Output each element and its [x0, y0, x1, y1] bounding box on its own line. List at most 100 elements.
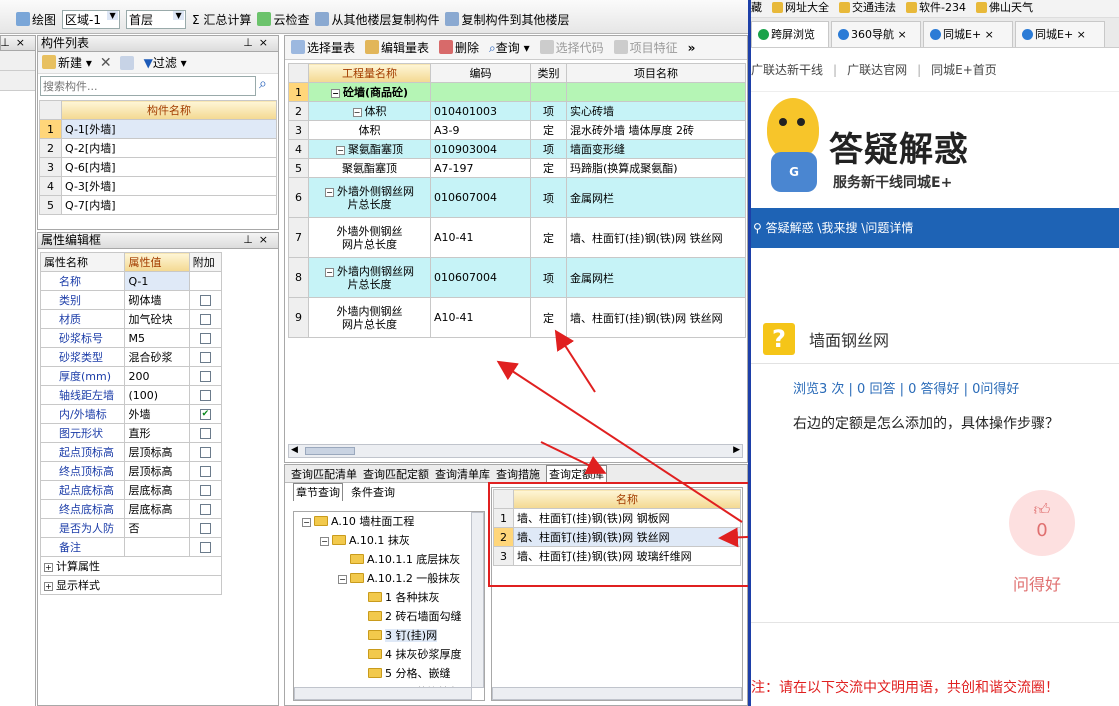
qty-project-name[interactable]: 实心砖墙	[566, 101, 746, 121]
horizontal-scrollbar[interactable]: ◀ ▶	[288, 444, 743, 458]
property-row[interactable]: 备注	[39, 537, 223, 557]
more-icon[interactable]: »	[688, 41, 696, 55]
quota-name[interactable]: 墙、柱面钉(挂)钢(铁)网 铁丝网	[513, 527, 741, 547]
quantity-row[interactable]: 1 − 砼墙(商品砼)	[288, 82, 746, 102]
sub-tab[interactable]: 章节查询	[293, 483, 343, 501]
property-value[interactable]: 砌体墙	[124, 290, 190, 310]
query-tab[interactable]: 查询匹配定额	[363, 466, 429, 483]
sub-tab[interactable]: 条件查询	[349, 484, 397, 501]
search-icon[interactable]: ⌕	[259, 76, 267, 96]
qty-name[interactable]: − 体积	[308, 101, 431, 121]
quantity-row[interactable]: 3 体积 A3-9 定 混水砖外墙 墙体厚度 2砖	[288, 120, 746, 140]
delete-icon[interactable]: ✕	[100, 55, 112, 71]
query-tab[interactable]: 查询定额库	[546, 465, 607, 484]
qty-code[interactable]: 010607004	[430, 177, 531, 218]
qty-code[interactable]: 010401003	[430, 101, 531, 121]
qty-name[interactable]: − 聚氨酯塞顶	[308, 139, 431, 159]
browser-tab[interactable]: 同城E+ ×	[1015, 21, 1105, 47]
tree-node[interactable]: 4 抹灰砂浆厚度	[294, 645, 484, 664]
tree-node[interactable]: − A.10 墙柱面工程	[294, 512, 484, 531]
quantity-row[interactable]: 7 外墙外侧钢丝 网片总长度 A10-41 定 墙、柱面钉(挂)钢(铁)网 铁丝…	[288, 217, 746, 258]
qty-name[interactable]: 外墙内侧钢丝 网片总长度	[308, 297, 431, 338]
component-name[interactable]: Q-6[内墙]	[61, 157, 277, 177]
qty-name[interactable]: − 外墙内侧钢丝网 片总长度	[308, 257, 431, 298]
qty-name[interactable]: − 砼墙(商品砼)	[308, 82, 431, 102]
qty-code[interactable]: A7-197	[430, 158, 531, 178]
property-row[interactable]: 起点底标高 层底标高	[39, 480, 223, 500]
property-value[interactable]: 层顶标高	[124, 461, 190, 481]
checkbox[interactable]	[199, 466, 211, 477]
property-value[interactable]: 层顶标高	[124, 442, 190, 462]
quantity-row[interactable]: 9 外墙内侧钢丝 网片总长度 A10-41 定 墙、柱面钉(挂)钢(铁)网 铁丝…	[288, 297, 746, 338]
qty-code[interactable]: A10-41	[430, 217, 531, 258]
filter-button[interactable]: ▼过滤 ▾	[144, 54, 187, 71]
close-tab-icon[interactable]: ×	[1077, 28, 1086, 41]
property-value[interactable]: 200	[124, 366, 190, 386]
group-calc-properties[interactable]: + 计算属性	[40, 556, 222, 576]
qty-code[interactable]	[430, 82, 531, 102]
quota-row[interactable]: 3 墙、柱面钉(挂)钢(铁)网 玻璃纤维网	[493, 546, 741, 566]
collapse-icon[interactable]: −	[338, 575, 347, 584]
tree-node[interactable]: 1 各种抹灰	[294, 588, 484, 607]
qty-code[interactable]: A3-9	[430, 120, 531, 140]
collapse-icon[interactable]: −	[325, 187, 334, 197]
qty-code[interactable]: 010903004	[430, 139, 531, 159]
copy-icon[interactable]	[119, 55, 134, 70]
edit-qty-table-button[interactable]: 编辑量表	[365, 39, 429, 56]
region-select[interactable]: 区域-1 ▼	[62, 10, 121, 29]
property-value[interactable]: 否	[124, 518, 190, 538]
quota-horizontal-scrollbar[interactable]	[492, 687, 742, 700]
property-value[interactable]: 混合砂浆	[124, 347, 190, 367]
tree-node[interactable]: − A.10.1.2 一般抹灰	[294, 569, 484, 588]
query-tab[interactable]: 查询清单库	[435, 466, 490, 483]
qty-name[interactable]: − 外墙外侧钢丝网 片总长度	[308, 177, 431, 218]
property-row[interactable]: 砂浆类型 混合砂浆	[39, 347, 223, 367]
expand-icon[interactable]: +	[44, 563, 53, 572]
property-row[interactable]: 材质 加气砼块	[39, 309, 223, 329]
bookmark-item[interactable]: 软件-234	[906, 1, 966, 14]
collapse-icon[interactable]: −	[320, 537, 329, 546]
tree-node[interactable]: 5 分格、嵌缝	[294, 664, 484, 683]
checkbox[interactable]	[199, 485, 211, 496]
qty-project-name[interactable]: 金属网栏	[566, 177, 746, 218]
collapse-icon[interactable]: −	[302, 518, 311, 527]
checkbox[interactable]	[199, 333, 211, 344]
delete-button[interactable]: 删除	[439, 39, 479, 56]
select-code-button[interactable]: 选择代码	[539, 39, 604, 56]
checkbox[interactable]	[199, 542, 211, 553]
tree-node[interactable]: 2 砖石墙面勾缝	[294, 607, 484, 626]
close-tab-icon[interactable]: ×	[898, 28, 907, 41]
property-value[interactable]: (100)	[124, 385, 190, 405]
property-row[interactable]: 是否为人防否	[39, 518, 223, 538]
component-row[interactable]: 3 Q-6[内墙]	[39, 157, 277, 177]
quantity-row[interactable]: 2 − 体积 010401003 项 实心砖墙	[288, 101, 746, 121]
property-value[interactable]: 加气砼块	[124, 309, 190, 329]
property-value[interactable]: 直形	[124, 423, 190, 443]
component-search-input[interactable]	[40, 76, 256, 96]
floor-select[interactable]: 首层 ▼	[126, 10, 187, 29]
property-row[interactable]: 终点底标高 层底标高	[39, 499, 223, 519]
component-name[interactable]: Q-1[外墙]	[61, 119, 277, 139]
checkbox[interactable]	[199, 504, 211, 515]
collapse-icon[interactable]: −	[352, 107, 362, 117]
query-button[interactable]: ⌕查询 ▾	[489, 39, 530, 56]
query-tab[interactable]: 查询匹配清单	[291, 466, 357, 483]
bookmark-item[interactable]: 藏	[751, 1, 762, 14]
bookmark-item[interactable]: 佛山天气	[975, 1, 1033, 14]
site-nav-link[interactable]: 广联达官网	[847, 63, 907, 77]
item-feature-button[interactable]: 项目特征	[613, 39, 678, 56]
qty-project-name[interactable]: 墙、柱面钉(挂)钢(铁)网 铁丝网	[566, 217, 746, 258]
bookmark-item[interactable]: 网址大全	[772, 1, 829, 14]
component-name[interactable]: Q-3[外墙]	[61, 176, 277, 196]
property-value[interactable]: 层底标高	[124, 480, 190, 500]
quota-name[interactable]: 墙、柱面钉(挂)钢(铁)网 钢板网	[513, 508, 741, 528]
collapse-icon[interactable]: −	[336, 145, 345, 155]
qty-name[interactable]: 聚氨酯塞顶	[308, 158, 431, 178]
copy-from-floor-button[interactable]: 从其他楼层复制构件	[315, 11, 439, 28]
property-row[interactable]: 图元形状 直形	[39, 423, 223, 443]
quota-row[interactable]: 1 墙、柱面钉(挂)钢(铁)网 钢板网	[493, 508, 741, 528]
property-row[interactable]: 名称 Q-1	[39, 271, 223, 291]
checkbox[interactable]	[199, 295, 211, 306]
site-nav-link[interactable]: 广联达新干线	[751, 63, 823, 77]
property-value[interactable]: Q-1	[124, 271, 190, 291]
